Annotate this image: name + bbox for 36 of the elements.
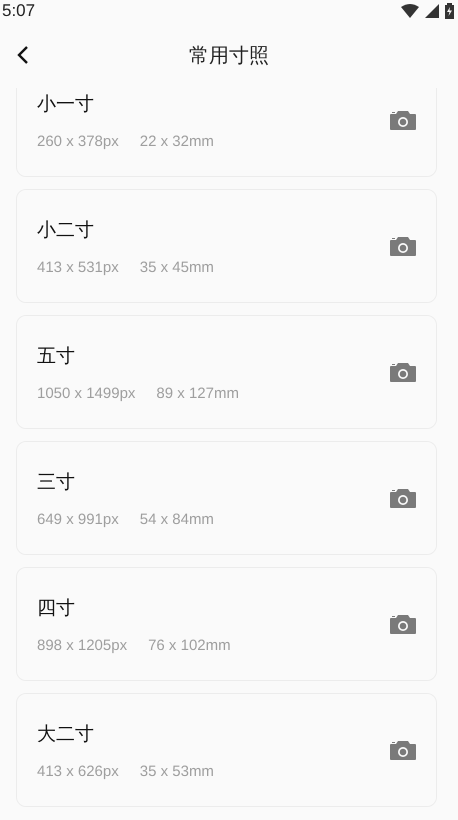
millimeter-size: 76 x 102mm [148,636,231,654]
battery-icon [445,3,454,19]
size-card[interactable]: 小一寸 260 x 378px 22 x 32mm [16,88,437,177]
millimeter-size: 54 x 84mm [140,510,214,528]
size-name: 大二寸 [37,722,95,746]
size-card[interactable]: 四寸 898 x 1205px 76 x 102mm [16,567,437,681]
pixel-size: 260 x 378px [37,132,119,150]
camera-icon[interactable] [390,236,416,256]
pixel-size: 413 x 626px [37,762,119,780]
millimeter-size: 35 x 45mm [140,258,214,276]
pixel-size: 649 x 991px [37,510,119,528]
back-icon [16,45,30,65]
size-name: 四寸 [37,596,76,620]
wifi-icon [401,4,419,18]
size-name: 小二寸 [37,218,95,242]
millimeter-size: 89 x 127mm [156,384,239,402]
size-card[interactable]: 五寸 1050 x 1499px 89 x 127mm [16,315,437,429]
millimeter-size: 35 x 53mm [140,762,214,780]
camera-icon[interactable] [390,614,416,634]
camera-icon[interactable] [390,488,416,508]
size-card[interactable]: 三寸 649 x 991px 54 x 84mm [16,441,437,555]
size-card[interactable]: 大二寸 413 x 626px 35 x 53mm [16,693,437,807]
camera-icon[interactable] [390,362,416,382]
camera-icon[interactable] [390,740,416,760]
size-name: 三寸 [37,470,76,494]
signal-icon [425,4,439,18]
millimeter-size: 22 x 32mm [140,132,214,150]
size-name: 小一寸 [37,92,95,116]
pixel-size: 413 x 531px [37,258,119,276]
status-time: 5:07 [2,1,36,21]
size-name: 五寸 [37,344,76,368]
size-card[interactable]: 小二寸 413 x 531px 35 x 45mm [16,189,437,303]
camera-icon[interactable] [390,110,416,130]
pixel-size: 1050 x 1499px [37,384,136,402]
page-title: 常用寸照 [189,44,269,68]
pixel-size: 898 x 1205px [37,636,128,654]
